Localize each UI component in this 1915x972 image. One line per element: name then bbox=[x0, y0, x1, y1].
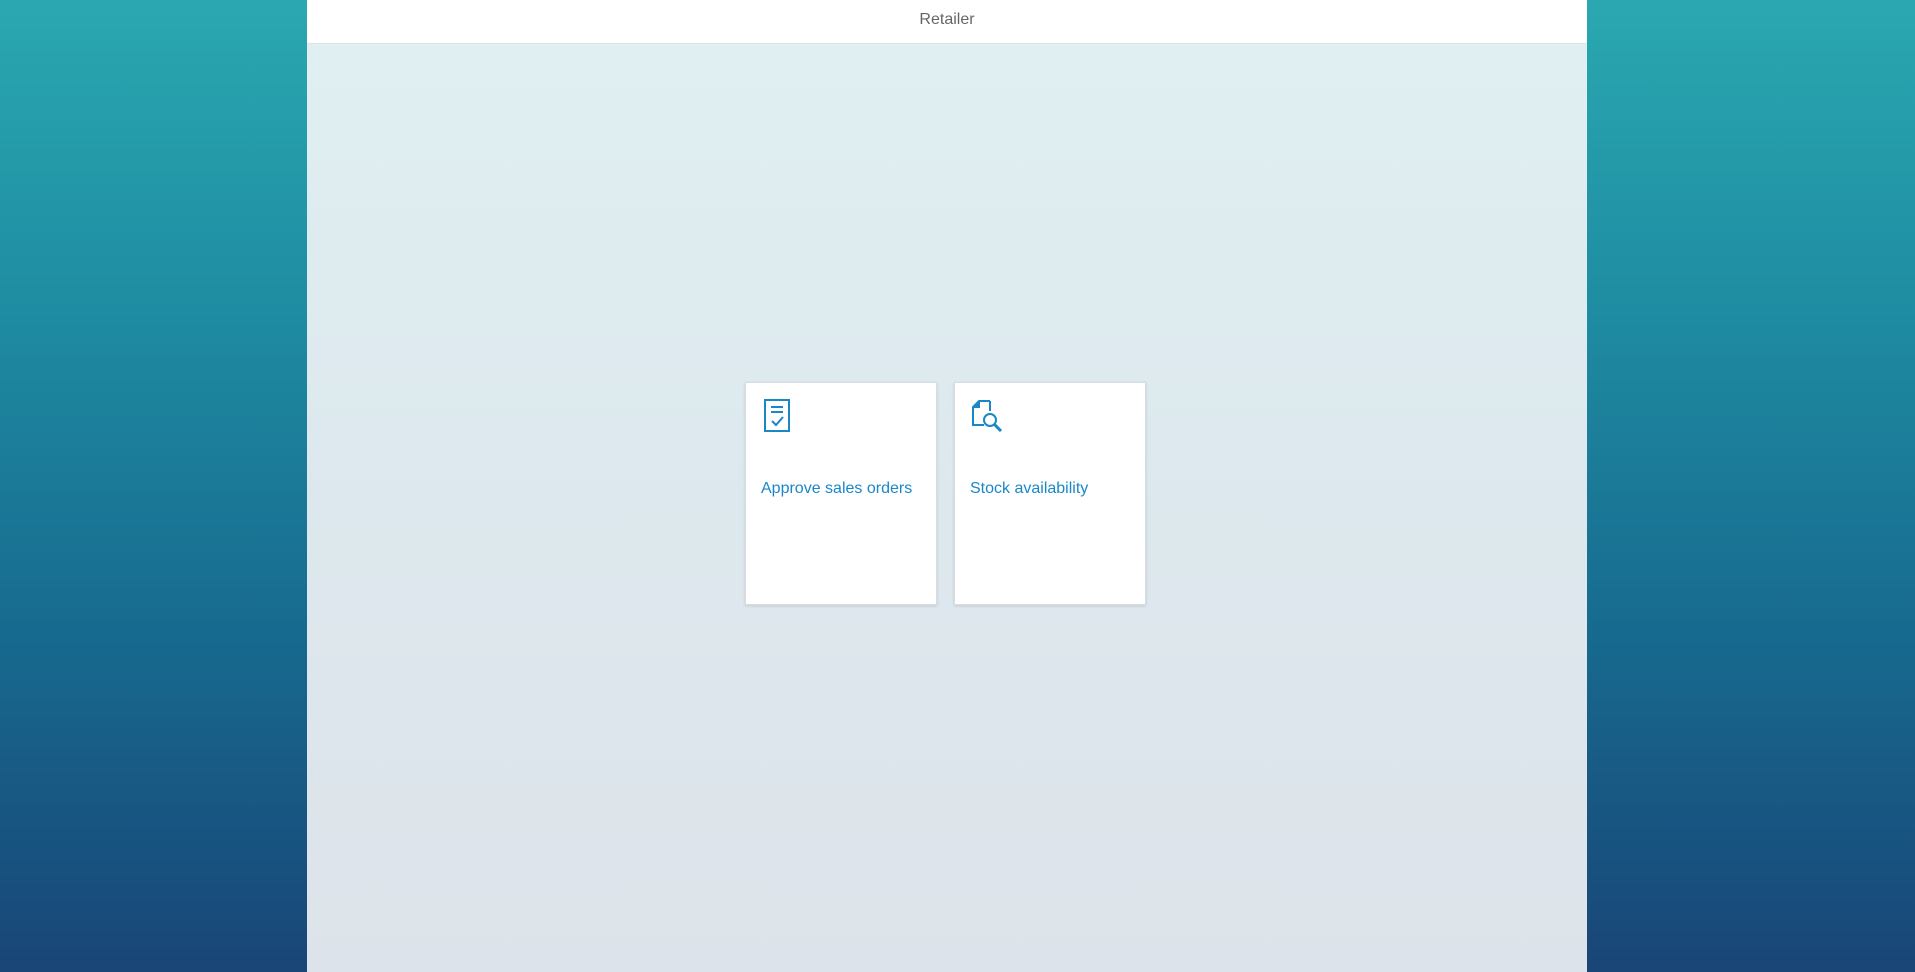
tile-approve-sales-orders[interactable]: Approve sales orders bbox=[745, 382, 937, 605]
tile-title: Stock availability bbox=[970, 480, 1089, 497]
shell-header: Retailer bbox=[307, 0, 1587, 44]
page-title: Retailer bbox=[919, 10, 975, 28]
document-search-icon bbox=[970, 398, 1004, 433]
tile-container: Approve sales orders Stock availability bbox=[745, 382, 1146, 605]
launchpad-shell: Retailer Approve sales orders Stock avai… bbox=[307, 0, 1587, 972]
tile-stock-availability[interactable]: Stock availability bbox=[954, 382, 1146, 605]
tile-title: Approve sales orders bbox=[761, 480, 913, 497]
approve-document-icon bbox=[761, 398, 795, 432]
